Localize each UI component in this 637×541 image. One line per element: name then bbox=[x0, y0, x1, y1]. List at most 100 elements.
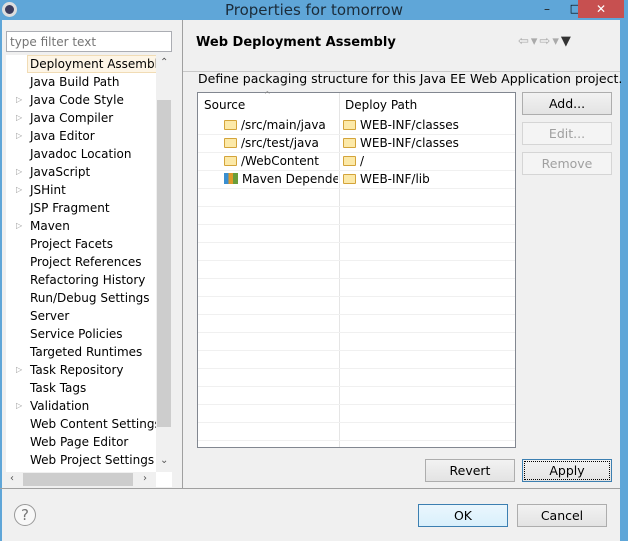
tree-item[interactable]: Run/Debug Settings bbox=[6, 289, 156, 307]
source-text: /WebContent bbox=[241, 154, 319, 168]
table-row[interactable]: Maven Depende WEB-INF/lib bbox=[198, 171, 515, 189]
tree-item[interactable]: ▷ Maven bbox=[6, 217, 156, 235]
scroll-left-icon[interactable]: ‹ bbox=[10, 473, 14, 484]
tree-item-label: JSHint bbox=[30, 183, 66, 197]
scroll-thumb[interactable] bbox=[23, 473, 133, 486]
menu-icon[interactable]: ▼ bbox=[561, 34, 573, 49]
tree-item[interactable]: Targeted Runtimes bbox=[6, 343, 156, 361]
close-button[interactable]: ✕ bbox=[578, 0, 624, 18]
tree-item[interactable]: ▷ Validation bbox=[6, 397, 156, 415]
expand-arrow-icon[interactable]: ▷ bbox=[16, 109, 22, 127]
empty-row bbox=[198, 351, 515, 369]
source-cell: /src/main/java bbox=[224, 117, 338, 135]
tree-item[interactable]: Task Tags bbox=[6, 379, 156, 397]
tree-item[interactable]: Javadoc Location bbox=[6, 145, 156, 163]
back-icon[interactable]: ⇦▾ bbox=[518, 34, 539, 49]
ok-button[interactable]: OK bbox=[418, 504, 508, 527]
tree-item-label: Java Code Style bbox=[30, 93, 124, 107]
tree-item[interactable]: Project References bbox=[6, 253, 156, 271]
table-row[interactable]: /src/test/java WEB-INF/classes bbox=[198, 135, 515, 153]
deploy-path-cell: / bbox=[343, 153, 364, 171]
deploy-path-cell: WEB-INF/classes bbox=[343, 135, 459, 153]
empty-row bbox=[198, 207, 515, 225]
empty-row bbox=[198, 405, 515, 423]
cancel-button[interactable]: Cancel bbox=[517, 504, 607, 527]
expand-arrow-icon[interactable]: ▷ bbox=[16, 127, 22, 145]
source-cell: /src/test/java bbox=[224, 135, 338, 153]
tree-item-label: Task Tags bbox=[30, 381, 87, 395]
tree-vertical-scrollbar[interactable]: ⌃ ⌄ bbox=[156, 55, 172, 472]
tree-item-label: Service Policies bbox=[30, 327, 123, 341]
folder-icon bbox=[343, 138, 356, 148]
empty-row bbox=[198, 423, 515, 441]
expand-arrow-icon[interactable]: ▷ bbox=[16, 91, 22, 109]
scroll-right-icon[interactable]: › bbox=[143, 473, 147, 484]
tree-item[interactable]: ▷ Java Editor bbox=[6, 127, 156, 145]
tree-item-label: Javadoc Location bbox=[30, 147, 132, 161]
scroll-down-icon[interactable]: ⌄ bbox=[160, 455, 168, 466]
expand-arrow-icon[interactable]: ▷ bbox=[16, 361, 22, 379]
navigation-arrows: ⇦▾⇨▾▼ bbox=[518, 34, 573, 49]
empty-row bbox=[198, 369, 515, 387]
expand-arrow-icon[interactable]: ▷ bbox=[16, 163, 22, 181]
expand-arrow-icon[interactable]: ▷ bbox=[16, 217, 22, 235]
empty-row bbox=[198, 225, 515, 243]
property-tree: Web Project Settings Web Page Editor Web C… bbox=[6, 55, 172, 487]
source-text: Maven Depende bbox=[242, 172, 338, 186]
tree-item[interactable]: ▷ JSHint bbox=[6, 181, 156, 199]
column-header-deploy-path[interactable]: Deploy Path bbox=[339, 93, 515, 117]
assembly-table: Source ^ Deploy Path /src/main/java WEB-I… bbox=[197, 90, 516, 448]
tree-item[interactable]: ▷ JavaScript bbox=[6, 163, 156, 181]
tree-item-label: Task Repository bbox=[30, 363, 124, 377]
tree-item-label: Run/Debug Settings bbox=[30, 291, 150, 305]
apply-button[interactable]: Apply bbox=[522, 459, 612, 482]
tree-horizontal-scrollbar[interactable]: ‹ › bbox=[6, 472, 156, 487]
title-bar[interactable]: Properties for tomorrow – □ ✕ bbox=[0, 0, 628, 20]
table-row[interactable]: /src/main/java WEB-INF/classes bbox=[198, 117, 515, 135]
tree-item[interactable]: Web Project Settings bbox=[6, 451, 156, 469]
expand-arrow-icon[interactable]: ▷ bbox=[16, 181, 22, 199]
sash-divider[interactable] bbox=[182, 20, 183, 488]
help-icon[interactable]: ? bbox=[14, 504, 36, 526]
tree-item-label: Deployment Assembly bbox=[27, 55, 156, 73]
folder-icon bbox=[343, 156, 356, 166]
tree-item-label: Java Editor bbox=[30, 129, 95, 143]
tree-item[interactable]: Refactoring History bbox=[6, 271, 156, 289]
filter-input[interactable] bbox=[6, 31, 172, 52]
scroll-thumb[interactable] bbox=[157, 100, 171, 427]
scroll-up-icon[interactable]: ⌃ bbox=[160, 57, 168, 68]
deploy-path-text: / bbox=[360, 154, 365, 168]
tree-item-label: Project Facets bbox=[30, 237, 113, 251]
tree-item-label: Validation bbox=[30, 399, 90, 413]
expand-arrow-icon[interactable]: ▷ bbox=[16, 397, 22, 415]
folder-icon bbox=[343, 174, 356, 184]
tree-item[interactable]: Service Policies bbox=[6, 325, 156, 343]
table-row[interactable]: /WebContent / bbox=[198, 153, 515, 171]
tree-item[interactable]: ▷ Java Compiler bbox=[6, 109, 156, 127]
tree-item-label: Web Page Editor bbox=[30, 435, 129, 449]
remove-button[interactable]: Remove bbox=[522, 152, 612, 175]
tree-item[interactable]: Web Content Settings bbox=[6, 415, 156, 433]
tree-item-label: Refactoring History bbox=[30, 273, 146, 287]
tree-item[interactable]: Web Page Editor bbox=[6, 433, 156, 451]
tree-item[interactable]: Project Facets bbox=[6, 235, 156, 253]
tree-item[interactable]: Server bbox=[6, 307, 156, 325]
page-description: Define packaging structure for this Java… bbox=[198, 71, 623, 86]
source-text: /src/main/java bbox=[241, 118, 326, 132]
empty-row bbox=[198, 261, 515, 279]
minimize-button[interactable]: – bbox=[537, 2, 557, 16]
tree-item[interactable]: ▷ Java Code Style bbox=[6, 91, 156, 109]
empty-row bbox=[198, 243, 515, 261]
tree-item-label: Targeted Runtimes bbox=[30, 345, 143, 359]
forward-icon[interactable]: ⇨▾ bbox=[539, 34, 560, 49]
tree-item[interactable]: Java Build Path bbox=[6, 73, 156, 91]
edit-button[interactable]: Edit... bbox=[522, 122, 612, 145]
tree-item-label: Web Content Settings bbox=[30, 417, 156, 431]
empty-row bbox=[198, 333, 515, 351]
tree-item[interactable]: JSP Fragment bbox=[6, 199, 156, 217]
tree-item[interactable]: ▷ Task Repository bbox=[6, 361, 156, 379]
tree-item[interactable]: Deployment Assembly bbox=[6, 55, 156, 73]
add-button[interactable]: Add... bbox=[522, 92, 612, 115]
empty-row bbox=[198, 297, 515, 315]
revert-button[interactable]: Revert bbox=[425, 459, 515, 482]
